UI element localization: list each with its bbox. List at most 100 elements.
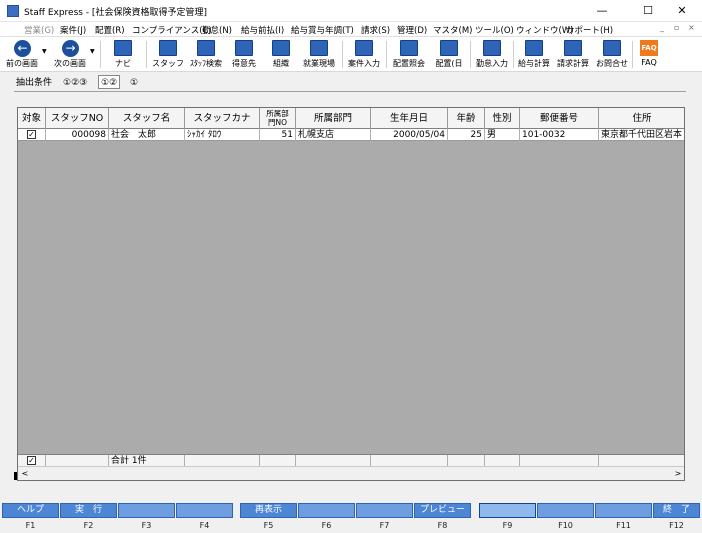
close-button[interactable]: ✕ <box>662 0 702 22</box>
target-checkbox[interactable]: ✓ <box>27 130 36 139</box>
grid-footer: ✓ 合計 1件 <box>18 454 684 467</box>
billing-calc-icon <box>564 40 582 56</box>
menu-window[interactable]: ウィンドウ(W) <box>516 24 574 36</box>
cell-dept-no: 51 <box>260 129 296 141</box>
mdi-restore-button[interactable]: ▫ <box>674 23 679 32</box>
faq-icon: FAQ <box>640 40 658 56</box>
menu-master[interactable]: マスタ(M) <box>433 24 472 36</box>
col-staff-kana[interactable]: スタッフカナ <box>185 108 260 129</box>
org-icon <box>272 40 290 56</box>
window-title: Staff Express - [社会保険資格取得予定管理] <box>24 8 207 18</box>
salary-calc-button[interactable]: 給与計算 <box>515 39 553 70</box>
faq-button[interactable]: FAQ FAQ <box>634 39 664 70</box>
tab-filter-conditions[interactable]: 抽出条件 <box>14 76 54 90</box>
f4-button[interactable] <box>176 503 233 518</box>
assign-day-icon <box>440 40 458 56</box>
case-input-button[interactable]: 案件入力 <box>344 39 384 70</box>
f8-preview-button[interactable]: プレビュー <box>414 503 471 518</box>
col-staff-name[interactable]: スタッフ名 <box>109 108 185 129</box>
toolbar-separator <box>146 41 147 68</box>
menu-billing[interactable]: 請求(S) <box>361 24 390 36</box>
org-button[interactable]: 組織 <box>264 39 298 70</box>
menu-attendance[interactable]: 勤怠(N) <box>202 24 232 36</box>
cell-staff-kana: ｼｬｶｲ ﾀﾛｳ <box>185 129 260 141</box>
billing-calc-button[interactable]: 請求計算 <box>553 39 593 70</box>
arrow-right-icon: → <box>62 40 79 57</box>
tab-divider <box>14 91 686 92</box>
f1-help-button[interactable]: ヘルプ <box>2 503 59 518</box>
f10-button[interactable] <box>537 503 594 518</box>
minimize-button[interactable]: — <box>582 0 622 22</box>
next-screen-button[interactable]: → 次の画面 <box>50 39 90 70</box>
status-indicator <box>14 472 17 480</box>
cell-birthdate: 2000/05/04 <box>371 129 448 141</box>
scroll-left-icon[interactable]: < <box>19 468 31 480</box>
prev-dropdown-icon[interactable]: ▼ <box>42 48 47 55</box>
workplace-icon <box>310 40 328 56</box>
col-address[interactable]: 住所 <box>599 108 684 129</box>
workplace-button[interactable]: 就業現場 <box>298 39 340 70</box>
prev-screen-button[interactable]: ← 前の画面 <box>2 39 42 70</box>
menu-tools[interactable]: ツール(O) <box>475 24 514 36</box>
table-row[interactable]: ✓ 000098 社会 太郎 ｼｬｶｲ ﾀﾛｳ 51 札幌支店 2000/05/… <box>18 129 684 141</box>
f2-execute-button[interactable]: 実 行 <box>60 503 117 518</box>
col-age[interactable]: 年齢 <box>448 108 485 129</box>
menu-prepay[interactable]: 給与前払(I) <box>241 24 284 36</box>
col-target[interactable]: 対象 <box>18 108 46 129</box>
data-grid[interactable]: 対象 スタッフNO スタッフ名 スタッフカナ 所属部 門NO 所属部門 生年月日… <box>17 107 685 481</box>
menu-manage[interactable]: 管理(D) <box>397 24 427 36</box>
next-dropdown-icon[interactable]: ▼ <box>90 48 95 55</box>
tab-1[interactable]: ① <box>128 76 140 90</box>
f11-button[interactable] <box>595 503 652 518</box>
case-input-icon <box>355 40 373 56</box>
cell-staff-no: 000098 <box>46 129 109 141</box>
col-sex[interactable]: 性別 <box>485 108 520 129</box>
menu-support[interactable]: サポート(H) <box>566 24 613 36</box>
f6-button[interactable] <box>298 503 355 518</box>
toolbar-separator <box>100 41 101 68</box>
assign-inquiry-button[interactable]: 配置照会 <box>389 39 429 70</box>
staff-button[interactable]: スタッフ <box>150 39 186 70</box>
scroll-right-icon[interactable]: > <box>672 468 684 480</box>
client-button[interactable]: 得意先 <box>226 39 262 70</box>
f9-button[interactable] <box>479 503 536 518</box>
col-dept[interactable]: 所属部門 <box>296 108 371 129</box>
function-key-bar: ヘルプ F1 実 行 F2 F3 F4 再表示 F5 F6 F7 プレビュー F… <box>0 497 702 533</box>
col-staff-no[interactable]: スタッフNO <box>46 108 109 129</box>
attendance-input-button[interactable]: 勤怠入力 <box>472 39 512 70</box>
contact-button[interactable]: お問合せ <box>593 39 631 70</box>
cell-sex: 男 <box>485 129 520 141</box>
select-all-checkbox[interactable]: ✓ <box>27 456 36 465</box>
tab-123[interactable]: ①②③ <box>61 76 89 90</box>
menu-assign[interactable]: 配置(R) <box>95 24 125 36</box>
attendance-input-icon <box>483 40 501 56</box>
tab-12[interactable]: ①② <box>98 75 121 89</box>
contact-icon <box>603 40 621 56</box>
assign-day-button[interactable]: 配置(日 <box>429 39 469 70</box>
menu-salary[interactable]: 給与賞与年調(T) <box>291 24 354 36</box>
menu-case[interactable]: 案件(J) <box>60 24 86 36</box>
f3-button[interactable] <box>118 503 175 518</box>
toolbar-separator <box>470 41 471 68</box>
mdi-minimize-button[interactable]: _ <box>660 23 664 32</box>
assign-inquiry-icon <box>400 40 418 56</box>
menu-sales[interactable]: 営業(G) <box>24 24 54 36</box>
app-icon <box>7 5 19 17</box>
cell-dept: 札幌支店 <box>296 129 371 141</box>
col-zip[interactable]: 郵便番号 <box>520 108 599 129</box>
col-dept-no[interactable]: 所属部 門NO <box>260 108 296 129</box>
mdi-close-button[interactable]: × <box>688 23 695 32</box>
f12-exit-button[interactable]: 終 了 <box>653 503 700 518</box>
horizontal-scrollbar[interactable]: < > <box>18 466 684 480</box>
menu-compliance[interactable]: コンプライアンス(C) <box>132 24 212 36</box>
navi-icon <box>114 40 132 56</box>
col-birthdate[interactable]: 生年月日 <box>371 108 448 129</box>
navi-button[interactable]: ナビ <box>106 39 140 70</box>
f5-refresh-button[interactable]: 再表示 <box>240 503 297 518</box>
staff-search-button[interactable]: ｽﾀｯﾌ検索 <box>186 39 226 70</box>
scroll-thumb[interactable] <box>32 470 532 478</box>
toolbar: ← 前の画面 ▼ → 次の画面 ▼ ナビ スタッフ ｽﾀｯﾌ検索 得意先 組織 … <box>0 37 702 72</box>
f7-button[interactable] <box>356 503 413 518</box>
salary-calc-icon <box>525 40 543 56</box>
cell-staff-name: 社会 太郎 <box>109 129 185 141</box>
